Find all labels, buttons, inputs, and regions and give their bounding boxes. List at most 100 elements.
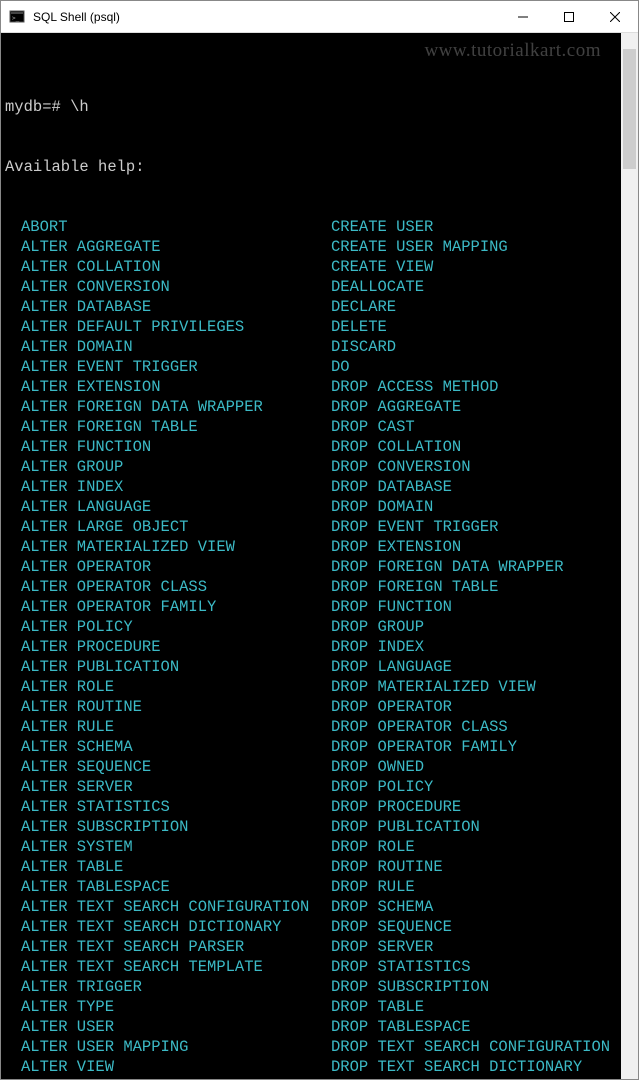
help-item: DROP FUNCTION bbox=[315, 597, 610, 617]
help-item: ALTER TYPE bbox=[5, 997, 315, 1017]
scrollbar-thumb[interactable] bbox=[623, 49, 636, 169]
help-item: ALTER SYSTEM bbox=[5, 837, 315, 857]
help-item: ALTER TEXT SEARCH TEMPLATE bbox=[5, 957, 315, 977]
minimize-button[interactable] bbox=[500, 1, 546, 33]
help-item: DROP OPERATOR FAMILY bbox=[315, 737, 610, 757]
help-item: DROP CAST bbox=[315, 417, 610, 437]
help-item: ALTER OPERATOR bbox=[5, 557, 315, 577]
help-item: ALTER POLICY bbox=[5, 617, 315, 637]
help-item: CREATE VIEW bbox=[315, 257, 610, 277]
help-item: DROP SEQUENCE bbox=[315, 917, 610, 937]
help-item: DROP OWNED bbox=[315, 757, 610, 777]
help-item: DECLARE bbox=[315, 297, 610, 317]
help-item: DROP ROLE bbox=[315, 837, 610, 857]
help-item: DROP COLLATION bbox=[315, 437, 610, 457]
watermark: www.tutorialkart.com bbox=[424, 41, 601, 61]
help-item: DROP SERVER bbox=[315, 937, 610, 957]
help-item: DROP EVENT TRIGGER bbox=[315, 517, 610, 537]
help-item: ALTER STATISTICS bbox=[5, 797, 315, 817]
help-item: ALTER SEQUENCE bbox=[5, 757, 315, 777]
help-item: ALTER COLLATION bbox=[5, 257, 315, 277]
help-item: ALTER TABLESPACE bbox=[5, 877, 315, 897]
help-item: ALTER USER bbox=[5, 1017, 315, 1037]
help-item: DROP POLICY bbox=[315, 777, 610, 797]
help-header: Available help: bbox=[5, 157, 621, 177]
help-item: ALTER ROUTINE bbox=[5, 697, 315, 717]
help-item: ALTER USER MAPPING bbox=[5, 1037, 315, 1057]
help-column-left: ABORTALTER AGGREGATEALTER COLLATIONALTER… bbox=[5, 217, 315, 1079]
help-item: ALTER OPERATOR FAMILY bbox=[5, 597, 315, 617]
help-item: ALTER VIEW bbox=[5, 1057, 315, 1077]
vertical-scrollbar[interactable] bbox=[621, 33, 638, 1079]
help-item: ALTER LARGE OBJECT bbox=[5, 517, 315, 537]
help-item: ABORT bbox=[5, 217, 315, 237]
help-item: ALTER FOREIGN DATA WRAPPER bbox=[5, 397, 315, 417]
help-item: DROP CONVERSION bbox=[315, 457, 610, 477]
help-item: ALTER MATERIALIZED VIEW bbox=[5, 537, 315, 557]
help-item: DROP PUBLICATION bbox=[315, 817, 610, 837]
help-item: ALTER INDEX bbox=[5, 477, 315, 497]
help-item: ALTER EXTENSION bbox=[5, 377, 315, 397]
help-item: ALTER EVENT TRIGGER bbox=[5, 357, 315, 377]
help-column-right: CREATE USERCREATE USER MAPPINGCREATE VIE… bbox=[315, 217, 610, 1079]
help-item: DELETE bbox=[315, 317, 610, 337]
help-item: ALTER ROLE bbox=[5, 677, 315, 697]
help-item: ALTER DOMAIN bbox=[5, 337, 315, 357]
help-columns: ABORTALTER AGGREGATEALTER COLLATIONALTER… bbox=[5, 217, 621, 1079]
help-item: DROP TABLESPACE bbox=[315, 1017, 610, 1037]
help-item: DROP TEXT SEARCH CONFIGURATION bbox=[315, 1037, 610, 1057]
help-item: ALTER LANGUAGE bbox=[5, 497, 315, 517]
help-item: ALTER DEFAULT PRIVILEGES bbox=[5, 317, 315, 337]
help-item: DROP TABLE bbox=[315, 997, 610, 1017]
terminal-output[interactable]: www.tutorialkart.com mydb=# \h Available… bbox=[1, 33, 621, 1079]
help-item: DROP OPERATOR bbox=[315, 697, 610, 717]
help-item: DROP TEXT SEARCH PARSER bbox=[315, 1077, 610, 1079]
help-item: ALTER FUNCTION bbox=[5, 437, 315, 457]
close-button[interactable] bbox=[592, 1, 638, 33]
help-item: DROP FOREIGN TABLE bbox=[315, 577, 610, 597]
title-bar[interactable]: >_ SQL Shell (psql) bbox=[1, 1, 638, 33]
help-item: DROP SUBSCRIPTION bbox=[315, 977, 610, 997]
help-item: DROP DOMAIN bbox=[315, 497, 610, 517]
help-item: CREATE USER bbox=[315, 217, 610, 237]
help-item: DROP TEXT SEARCH DICTIONARY bbox=[315, 1057, 610, 1077]
help-item: ALTER SERVER bbox=[5, 777, 315, 797]
help-item: DROP STATISTICS bbox=[315, 957, 610, 977]
help-item: ALTER PROCEDURE bbox=[5, 637, 315, 657]
maximize-button[interactable] bbox=[546, 1, 592, 33]
help-item: DROP FOREIGN DATA WRAPPER bbox=[315, 557, 610, 577]
help-item: ALTER AGGREGATE bbox=[5, 237, 315, 257]
help-item: ALTER OPERATOR CLASS bbox=[5, 577, 315, 597]
window-title: SQL Shell (psql) bbox=[33, 10, 500, 24]
help-item: DROP DATABASE bbox=[315, 477, 610, 497]
help-item: ALTER FOREIGN TABLE bbox=[5, 417, 315, 437]
help-item: ALTER RULE bbox=[5, 717, 315, 737]
help-item: ALTER PUBLICATION bbox=[5, 657, 315, 677]
help-item: DROP LANGUAGE bbox=[315, 657, 610, 677]
help-item: DROP GROUP bbox=[315, 617, 610, 637]
help-item: ANALYZE bbox=[5, 1077, 315, 1079]
help-item: ALTER TEXT SEARCH DICTIONARY bbox=[5, 917, 315, 937]
help-item: DROP PROCEDURE bbox=[315, 797, 610, 817]
help-item: DROP OPERATOR CLASS bbox=[315, 717, 610, 737]
help-item: DROP AGGREGATE bbox=[315, 397, 610, 417]
help-item: ALTER DATABASE bbox=[5, 297, 315, 317]
help-item: DROP INDEX bbox=[315, 637, 610, 657]
help-item: ALTER TEXT SEARCH CONFIGURATION bbox=[5, 897, 315, 917]
help-item: DROP ROUTINE bbox=[315, 857, 610, 877]
help-item: DROP EXTENSION bbox=[315, 537, 610, 557]
help-item: ALTER TEXT SEARCH PARSER bbox=[5, 937, 315, 957]
help-item: DROP SCHEMA bbox=[315, 897, 610, 917]
help-item: CREATE USER MAPPING bbox=[315, 237, 610, 257]
help-item: DROP ACCESS METHOD bbox=[315, 377, 610, 397]
help-item: ALTER CONVERSION bbox=[5, 277, 315, 297]
prompt-line: mydb=# \h bbox=[5, 97, 621, 117]
terminal-container: www.tutorialkart.com mydb=# \h Available… bbox=[1, 33, 638, 1079]
help-item: ALTER SCHEMA bbox=[5, 737, 315, 757]
help-item: DROP RULE bbox=[315, 877, 610, 897]
help-item: DROP MATERIALIZED VIEW bbox=[315, 677, 610, 697]
help-item: ALTER TRIGGER bbox=[5, 977, 315, 997]
help-item: ALTER SUBSCRIPTION bbox=[5, 817, 315, 837]
svg-text:>_: >_ bbox=[12, 15, 20, 22]
help-item: DISCARD bbox=[315, 337, 610, 357]
